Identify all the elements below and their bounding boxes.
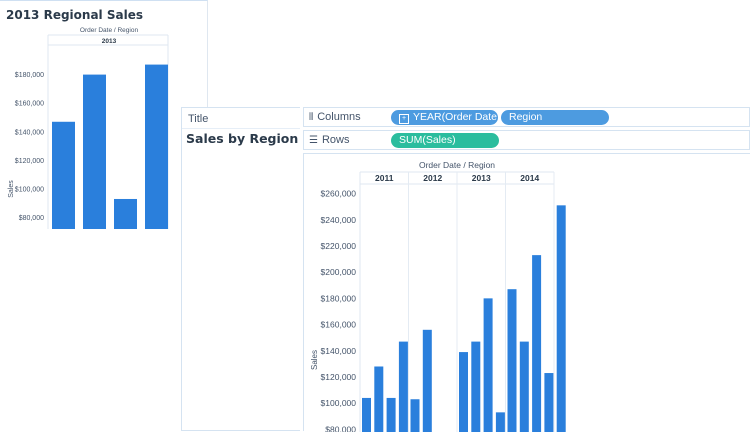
small-chart-card: 2013 Regional Sales Order Date / Region 2… bbox=[0, 0, 208, 229]
main-year-header: 2012 bbox=[423, 173, 442, 183]
small-y-tick-label: $120,000 bbox=[15, 158, 44, 165]
main-bar bbox=[507, 289, 517, 432]
main-header-path: Order Date / Region bbox=[419, 160, 495, 170]
small-header-year: 2013 bbox=[102, 38, 117, 45]
main-bar bbox=[556, 205, 566, 432]
small-bar bbox=[83, 74, 106, 229]
main-year-header: 2013 bbox=[472, 173, 491, 183]
main-bar bbox=[422, 329, 432, 432]
rows-shelf[interactable]: ☰ Rows SUM(Sales) bbox=[303, 130, 750, 150]
main-year-header: 2014 bbox=[520, 173, 539, 183]
small-y-tick-label: $80,000 bbox=[19, 215, 44, 222]
main-bar bbox=[519, 341, 529, 432]
small-header-path: Order Date / Region bbox=[80, 27, 139, 34]
sum-sales-pill[interactable]: SUM(Sales) bbox=[391, 133, 499, 148]
title-panel-label: Title bbox=[188, 113, 209, 125]
year-order-date-pill[interactable]: + YEAR(Order Date) bbox=[391, 110, 501, 125]
columns-shelf-label: Columns bbox=[317, 111, 361, 123]
small-bar bbox=[52, 121, 75, 229]
main-y-tick-label: $140,000 bbox=[321, 346, 357, 356]
main-y-tick-label: $200,000 bbox=[321, 267, 357, 277]
title-panel-divider bbox=[182, 128, 300, 129]
main-bar bbox=[398, 341, 408, 432]
main-bar bbox=[471, 341, 481, 432]
sheet-title[interactable]: Sales by Region bbox=[186, 131, 298, 146]
small-bar bbox=[114, 198, 137, 229]
small-y-tick-label: $140,000 bbox=[15, 129, 44, 136]
small-y-tick-label: $100,000 bbox=[15, 186, 44, 193]
main-bar bbox=[544, 373, 554, 432]
small-y-tick-label: $160,000 bbox=[15, 101, 44, 108]
small-y-tick-label: $180,000 bbox=[15, 72, 44, 79]
expand-icon[interactable]: + bbox=[399, 114, 409, 124]
main-y-tick-label: $220,000 bbox=[321, 241, 357, 251]
small-bar bbox=[145, 64, 168, 229]
main-y-tick-label: $100,000 bbox=[321, 398, 357, 408]
main-bar bbox=[532, 255, 542, 432]
main-bar bbox=[362, 397, 371, 432]
main-bar bbox=[495, 412, 505, 432]
main-bar bbox=[410, 399, 420, 432]
small-y-axis-label: Sales bbox=[8, 180, 15, 198]
main-y-tick-label: $260,000 bbox=[321, 189, 357, 199]
main-bar-chart: Order Date / Region2011 2012 2013 2014$80,0… bbox=[310, 160, 566, 432]
main-year-header: 2011 bbox=[375, 173, 394, 183]
main-y-tick-label: $120,000 bbox=[321, 372, 357, 382]
main-y-tick-label: $240,000 bbox=[321, 215, 357, 225]
region-pill[interactable]: Region bbox=[501, 110, 609, 125]
small-bar-chart: Order Date / Region 2013 $80,000 $100,000 $1… bbox=[8, 27, 169, 229]
main-bar bbox=[483, 298, 493, 432]
main-y-axis-label: Sales bbox=[310, 350, 319, 370]
columns-shelf[interactable]: ⫴ Columns + YEAR(Order Date) Region bbox=[303, 107, 750, 127]
columns-icon: ⫴ bbox=[309, 112, 314, 123]
rows-shelf-label: Rows bbox=[321, 134, 350, 146]
main-y-tick-label: $160,000 bbox=[321, 320, 357, 330]
main-y-tick-label: $180,000 bbox=[321, 293, 357, 303]
title-panel: Title Sales by Region bbox=[181, 107, 300, 431]
main-bar bbox=[459, 352, 468, 432]
main-bar bbox=[386, 397, 396, 432]
main-chart-panel: Order Date / Region 2011 2012 2013 2014 $80,0… bbox=[303, 153, 750, 432]
rows-icon: ☰ bbox=[309, 135, 318, 146]
main-bar bbox=[374, 366, 384, 432]
